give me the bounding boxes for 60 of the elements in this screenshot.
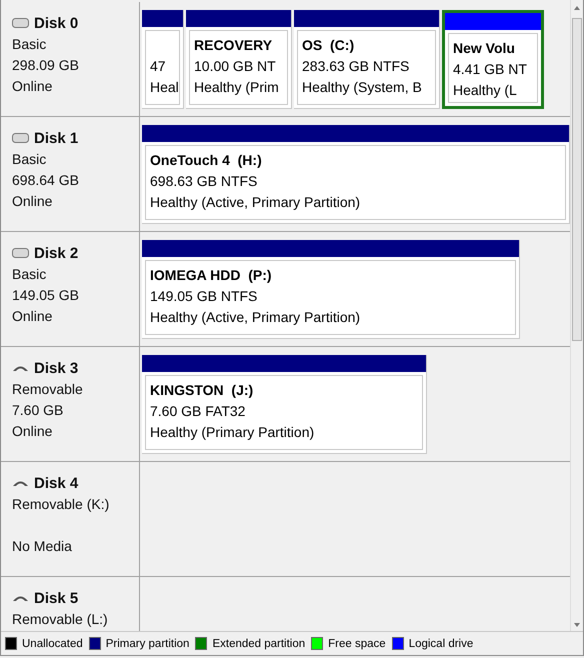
disk-status: Online — [12, 308, 52, 324]
partition-name: New Volu — [453, 40, 515, 56]
partition-status: Healthy (Prim — [194, 79, 279, 95]
disk-type: Removable (K:) — [12, 496, 110, 512]
partition-status: Healthy (System, B — [302, 79, 422, 95]
disk-name: Disk 2 — [34, 244, 78, 262]
drive-icon — [12, 18, 29, 28]
disk-name: Disk 5 — [34, 590, 78, 606]
disk-status: Online — [12, 423, 52, 439]
drive-icon — [12, 133, 29, 143]
partition-size: 7.60 GB FAT32 — [150, 403, 246, 419]
scrollbar[interactable] — [570, 0, 583, 632]
disk-type: Basic — [12, 151, 46, 167]
partition-size: 283.63 GB NTFS — [302, 58, 410, 74]
partition-size: 149.05 GB NTFS — [150, 288, 258, 304]
disk-status: Online — [12, 193, 52, 209]
partition-card[interactable]: New Volu 4.41 GB NT Healthy (L — [442, 10, 544, 109]
legend-label: Logical drive — [408, 638, 474, 650]
partition-name: RECOVERY — [194, 37, 272, 53]
disk-status: No Media — [12, 538, 72, 554]
disk-type: Removable (L:) — [12, 611, 108, 627]
disk-status: Online — [12, 78, 52, 94]
disk-size: 298.09 GB — [12, 57, 79, 73]
disk-name: Disk 4 — [34, 474, 78, 492]
removable-drive-icon — [12, 479, 29, 487]
partition-size: 10.00 GB NT — [194, 58, 276, 74]
disk-size: 7.60 GB — [12, 402, 64, 418]
partition-status: Healthy (Active, Primary Partition) — [150, 309, 360, 325]
disk-size: 698.64 GB — [12, 172, 79, 188]
disk-size: 149.05 GB — [12, 287, 79, 303]
disk-name: Disk 1 — [34, 130, 78, 146]
partition-name: IOMEGA HDD (P:) — [150, 267, 272, 283]
legend-label: Primary partition — [106, 638, 190, 650]
partition-name: OneTouch 4 (H:) — [150, 152, 262, 168]
drive-icon — [12, 248, 29, 258]
partition-card[interactable]: KINGSTON (J:) 7.60 GB FAT32 Healthy (Primary Partition) — [142, 355, 427, 454]
disk-name: Disk 3 — [34, 360, 78, 376]
partition-card[interactable]: OS (C:) 283.63 GB NTFS Healthy (System, B — [294, 10, 440, 109]
partition-card[interactable]: IOMEGA HDD (P:) 149.05 GB NTFS Healthy (Active, Primary Partition) — [142, 240, 520, 339]
partition-card[interactable]: RECOVERY 10.00 GB NT Healthy (Prim — [186, 10, 292, 109]
partition-size: 47 — [150, 58, 166, 74]
removable-drive-icon — [12, 364, 29, 372]
partition-card[interactable]: OneTouch 4 (H:) 698.63 GB NTFS Healthy (Active, Primary Partition) — [142, 125, 570, 224]
partition-status: Healthy (Primary Partition) — [150, 424, 314, 440]
legend-label: Extended partition — [212, 638, 306, 650]
disk-type: Basic — [12, 266, 46, 282]
partition-name: OS (C:) — [302, 37, 354, 53]
partition-size: 4.41 GB NT — [453, 61, 527, 77]
legend-label: Free space — [328, 638, 386, 650]
partition-card[interactable]: 47 Heal — [142, 10, 184, 109]
disk-name: Disk 0 — [34, 14, 78, 32]
partition-size: 698.63 GB NTFS — [150, 173, 258, 189]
removable-drive-icon — [12, 594, 29, 602]
partition-name: KINGSTON (J:) — [150, 382, 254, 398]
disk-type: Basic — [12, 36, 46, 52]
partition-status: Heal — [150, 79, 179, 95]
partition-status: Healthy (L — [453, 82, 517, 98]
disk-type: Removable — [12, 381, 83, 397]
legend-label: Unallocated — [22, 638, 83, 650]
partition-status: Healthy (Active, Primary Partition) — [150, 194, 360, 210]
